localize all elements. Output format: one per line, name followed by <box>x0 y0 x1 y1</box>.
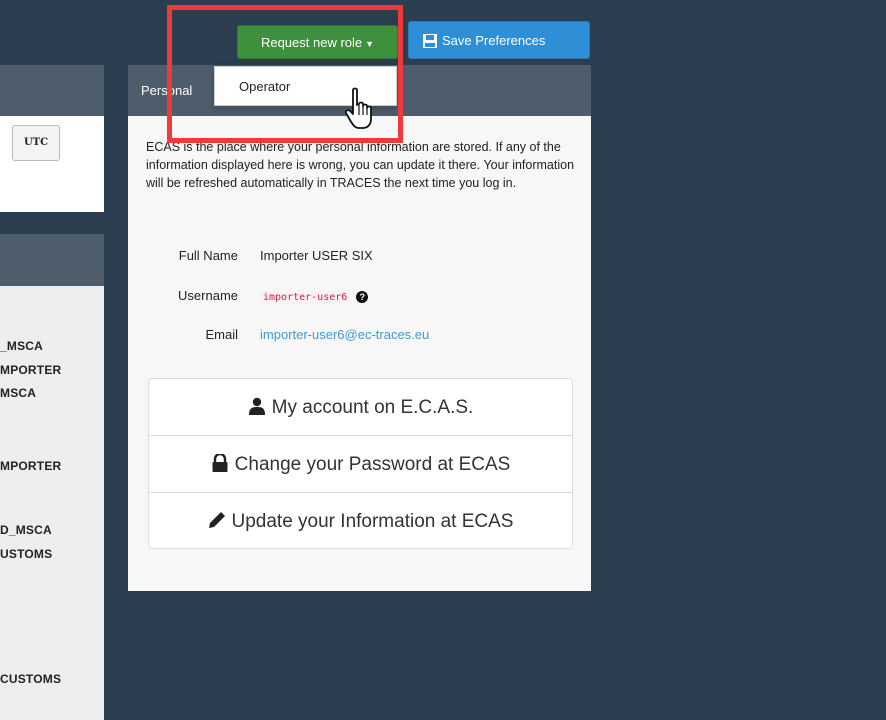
role-label: CUSTOMS <box>0 672 62 686</box>
role-label: USTOMS <box>0 547 53 561</box>
left-roles-panel-header <box>0 234 104 286</box>
role-label: MSCA <box>0 386 37 400</box>
left-roles-panel: _MSCA MPORTER MSCA MPORTER D_MSCA USTOMS… <box>0 234 104 720</box>
role-label: MPORTER <box>0 459 62 473</box>
question-circle-icon[interactable]: ? <box>356 291 369 303</box>
email-row: Email importer-user6@ec-traces.eu <box>128 327 591 345</box>
username-value: importer-user6 <box>260 291 351 304</box>
user-icon <box>248 397 265 415</box>
update-information-button[interactable]: Update your Information at ECAS <box>149 493 572 550</box>
role-label: MPORTER <box>0 363 62 377</box>
email-link[interactable]: importer-user6@ec-traces.eu <box>260 327 429 342</box>
username-label: Username <box>178 288 238 303</box>
floppy-disk-icon <box>423 34 437 48</box>
full-name-label: Full Name <box>178 248 238 263</box>
save-preferences-label: Save Preferences <box>442 33 546 48</box>
my-account-ecas-button[interactable]: My account on E.C.A.S. <box>149 379 572 436</box>
username-row: Username importer-user6? <box>128 288 591 306</box>
role-label: D_MSCA <box>0 523 52 537</box>
my-account-ecas-label: My account on E.C.A.S. <box>271 397 474 418</box>
lock-icon <box>212 452 228 472</box>
full-name-value: Importer USER SIX <box>260 248 373 263</box>
role-label: _MSCA <box>0 339 44 353</box>
email-label: Email <box>205 327 238 342</box>
full-name-row: Full Name Importer USER SIX <box>128 248 591 266</box>
timezone-button[interactable]: UTC <box>12 125 60 161</box>
ecas-actions-list: My account on E.C.A.S. Change your Passw… <box>148 378 573 549</box>
left-settings-panel-header <box>0 65 104 116</box>
username-value-wrap: importer-user6? <box>260 288 369 304</box>
pencil-icon <box>208 512 225 528</box>
change-password-label: Change your Password at ECAS <box>234 454 511 475</box>
change-password-button[interactable]: Change your Password at ECAS <box>149 436 572 493</box>
update-information-label: Update your Information at ECAS <box>231 511 514 532</box>
save-preferences-button[interactable]: Save Preferences <box>408 21 590 59</box>
hand-pointer-cursor-icon <box>344 87 372 129</box>
ecas-intro-text: ECAS is the place where your personal in… <box>146 140 575 190</box>
personal-panel: Personal ECAS is the place where your pe… <box>128 65 591 591</box>
